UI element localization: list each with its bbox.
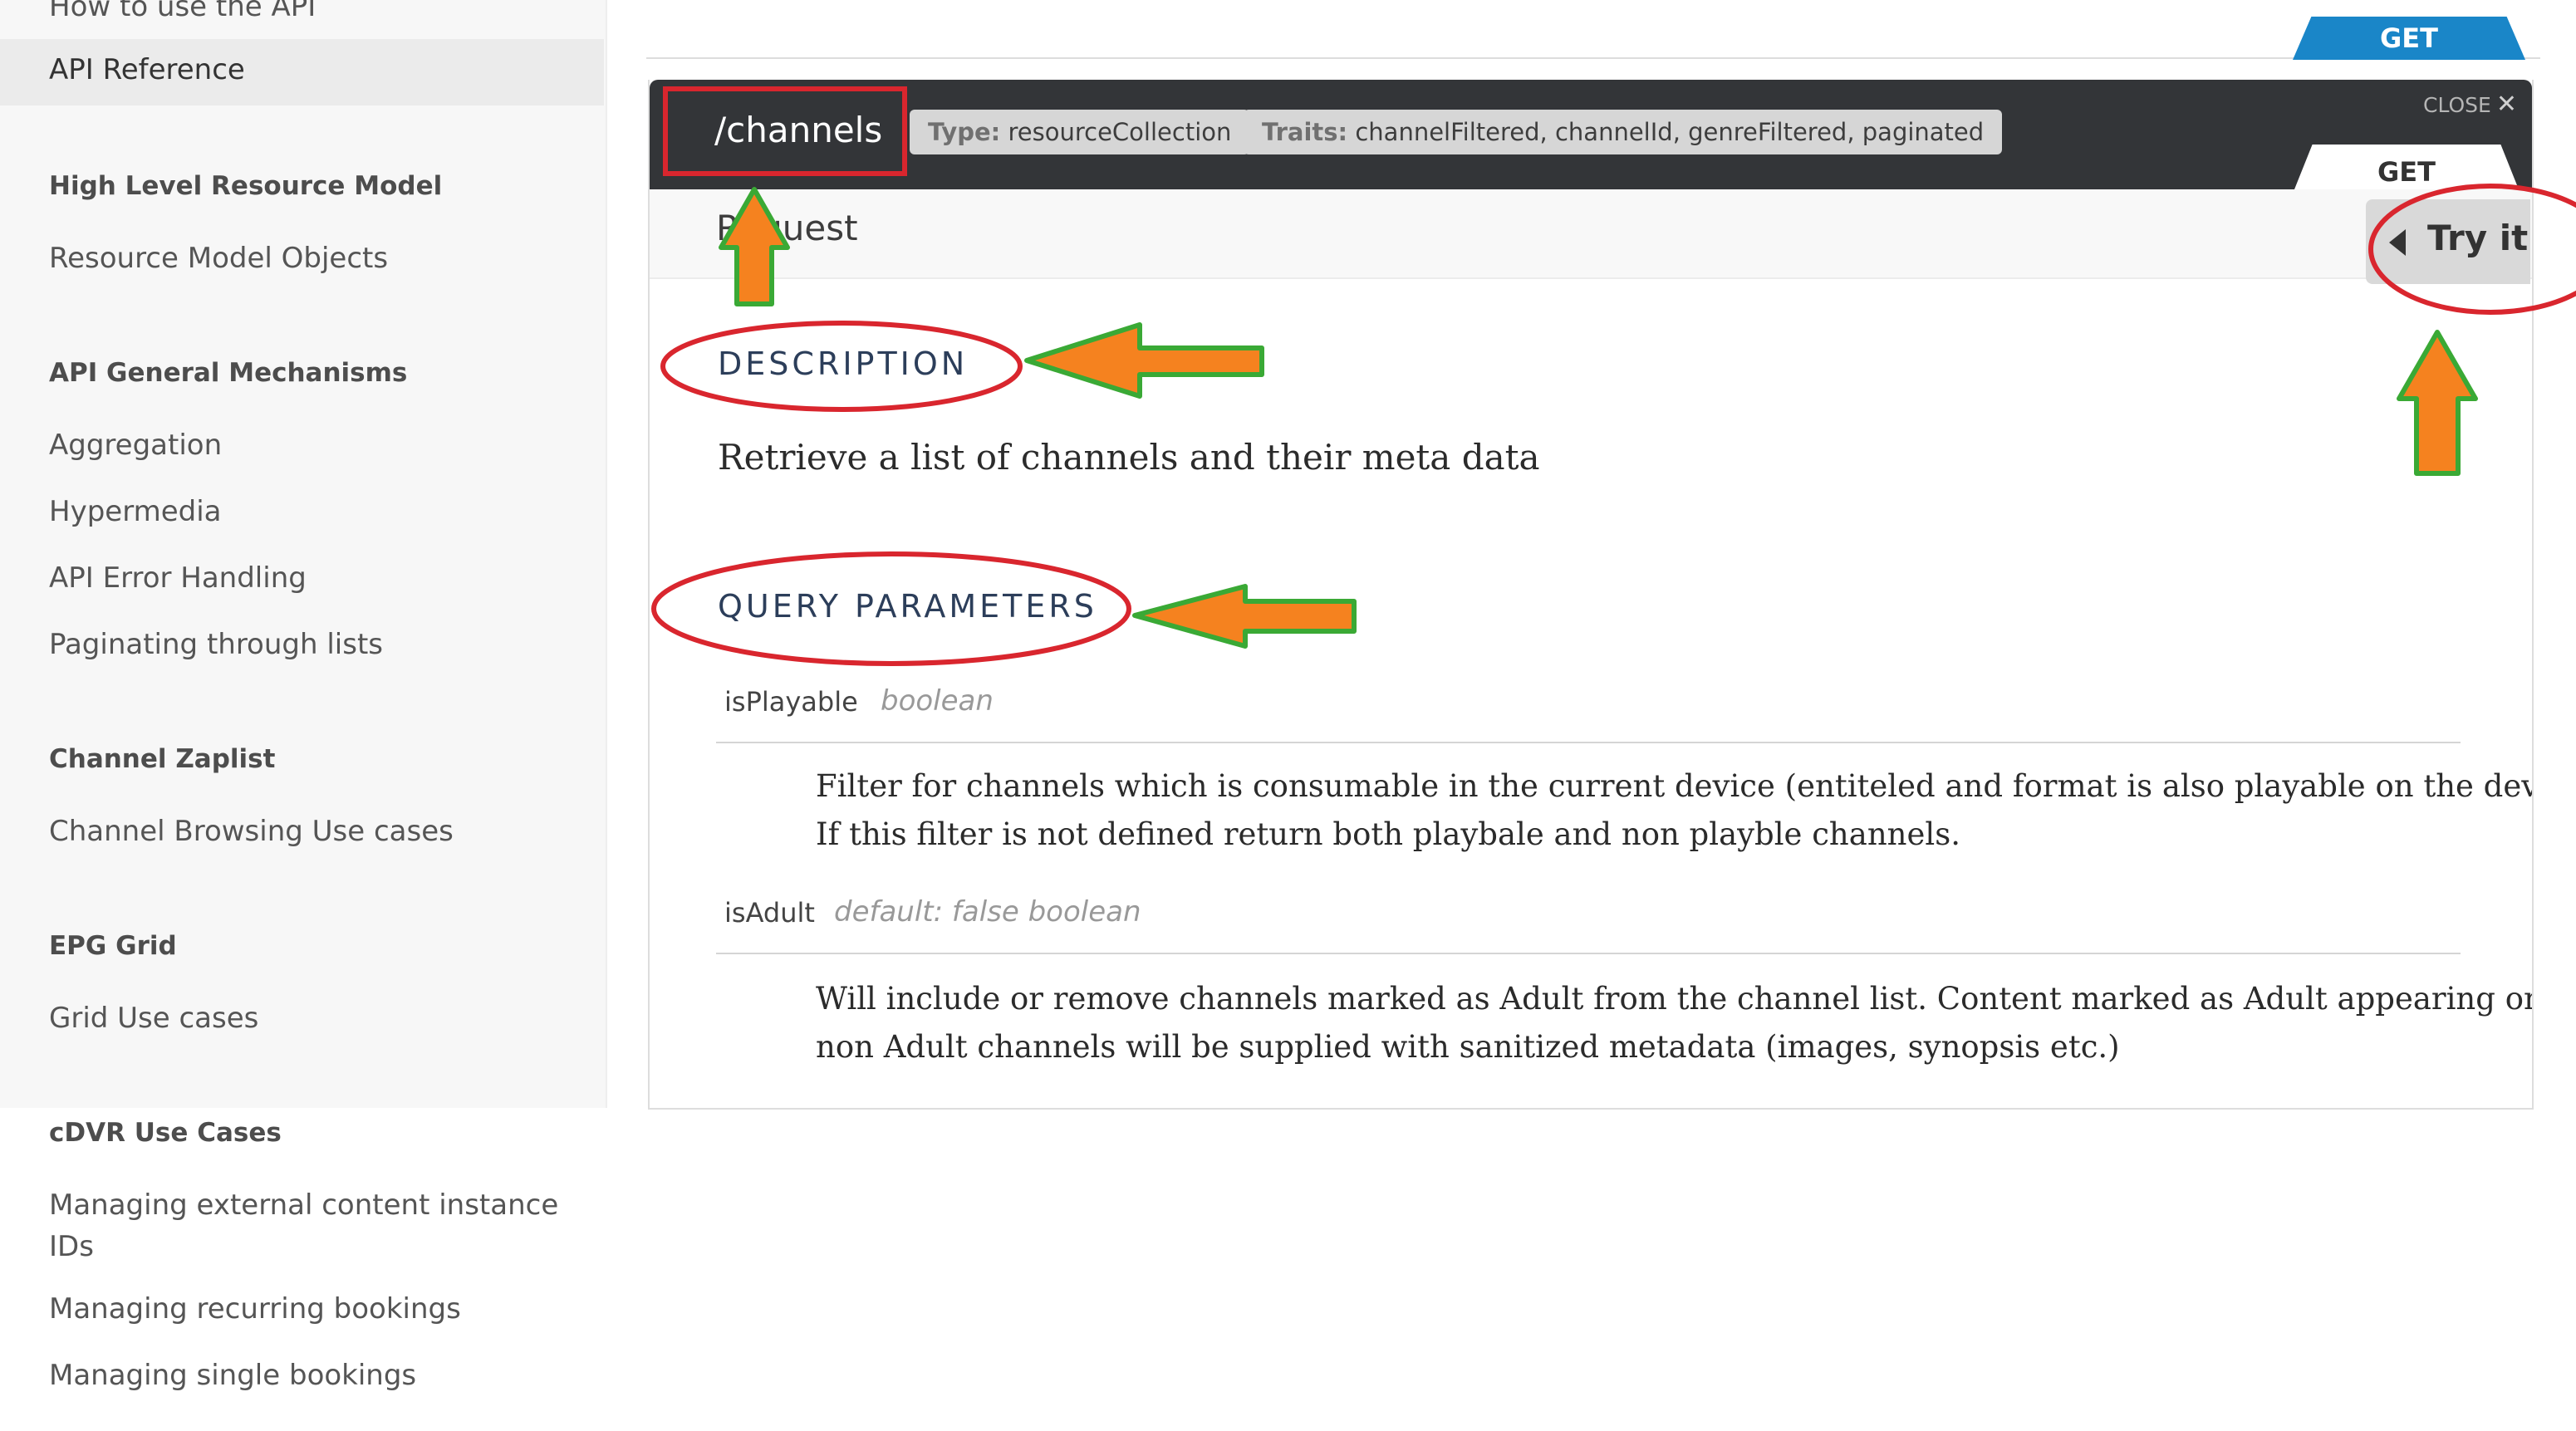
param-description-line: If this filter is not defined return bot… — [816, 816, 1960, 852]
request-bar: Request Try it — [650, 189, 2532, 284]
try-it-label: Try it — [2427, 218, 2529, 258]
param-type: default: false boolean — [834, 895, 1141, 929]
request-label: Request — [716, 208, 858, 248]
sidebar-item-single-bookings[interactable]: Managing single bookings — [49, 1359, 416, 1392]
type-badge: Type: resourceCollection — [910, 110, 1250, 154]
sidebar-item-hypermedia[interactable]: Hypermedia — [49, 495, 221, 528]
sidebar-item-api-reference[interactable]: API Reference — [49, 53, 245, 86]
traits-badge: Traits: channelFiltered, channelId, genr… — [1244, 110, 2003, 154]
close-label: CLOSE — [2423, 93, 2491, 117]
resource-header: /channels Type: resourceCollection Trait… — [650, 80, 2532, 189]
caret-left-icon — [2389, 229, 2406, 256]
sidebar-heading-resource-model: High Level Resource Model — [49, 171, 443, 201]
method-tab-get[interactable]: GET — [2293, 17, 2525, 60]
param-name: isPlayable — [724, 686, 858, 718]
traits-badge-label: Traits: — [1262, 118, 1348, 146]
param-description-line: Filter for channels which is consumable … — [816, 768, 2534, 804]
param-type: boolean — [881, 684, 994, 718]
sidebar-item-how-to-use[interactable]: How to use the API — [49, 0, 316, 23]
type-badge-value: resourceCollection — [1008, 118, 1232, 146]
resource-name: /channels — [714, 110, 883, 150]
param-divider — [716, 742, 2461, 743]
param-name: isAdult — [724, 897, 815, 929]
sidebar-heading-epg-grid: EPG Grid — [49, 931, 177, 961]
close-button[interactable]: CLOSE ✕ — [2423, 90, 2517, 119]
sidebar-item-recurring-bookings[interactable]: Managing recurring bookings — [49, 1292, 461, 1326]
sidebar-item-resource-model-objects[interactable]: Resource Model Objects — [49, 242, 388, 275]
param-description: Filter for channels which is consumable … — [816, 762, 2534, 859]
sidebar-heading-channel-zaplist: Channel Zaplist — [49, 744, 276, 774]
sidebar-item-aggregation[interactable]: Aggregation — [49, 429, 222, 462]
try-it-button[interactable]: Try it — [2366, 199, 2530, 284]
description-text: Retrieve a list of channels and their me… — [718, 437, 1540, 478]
sidebar-heading-cdvr: cDVR Use Cases — [49, 1118, 282, 1148]
sidebar-item-channel-browsing[interactable]: Channel Browsing Use cases — [49, 815, 454, 848]
sidebar-heading-general-mechanisms: API General Mechanisms — [49, 358, 408, 388]
type-badge-label: Type: — [928, 118, 1001, 146]
query-parameters-title: QUERY PARAMETERS — [718, 588, 1097, 625]
param-description-line: non Adult channels will be supplied with… — [816, 1029, 2120, 1065]
sidebar-item-paginating[interactable]: Paginating through lists — [49, 628, 383, 661]
param-divider — [716, 953, 2461, 954]
resource-panel: /channels Type: resourceCollection Trait… — [648, 80, 2534, 1110]
param-description: Will include or remove channels marked a… — [816, 975, 2534, 1071]
sidebar-item-grid-use-cases[interactable]: Grid Use cases — [49, 1002, 258, 1035]
sidebar-item-external-content-ids-cont[interactable]: IDs — [49, 1230, 94, 1263]
traits-badge-value: channelFiltered, channelId, genreFiltere… — [1355, 118, 1985, 146]
sidebar-item-external-content-ids[interactable]: Managing external content instance — [49, 1188, 558, 1222]
param-description-line: Will include or remove channels marked a… — [816, 981, 2534, 1017]
sidebar-item-error-handling[interactable]: API Error Handling — [49, 561, 307, 595]
method-tab-get-active[interactable]: GET — [2294, 145, 2519, 189]
top-divider — [646, 57, 2540, 59]
close-icon: ✕ — [2495, 90, 2517, 119]
description-title: DESCRIPTION — [718, 345, 969, 382]
